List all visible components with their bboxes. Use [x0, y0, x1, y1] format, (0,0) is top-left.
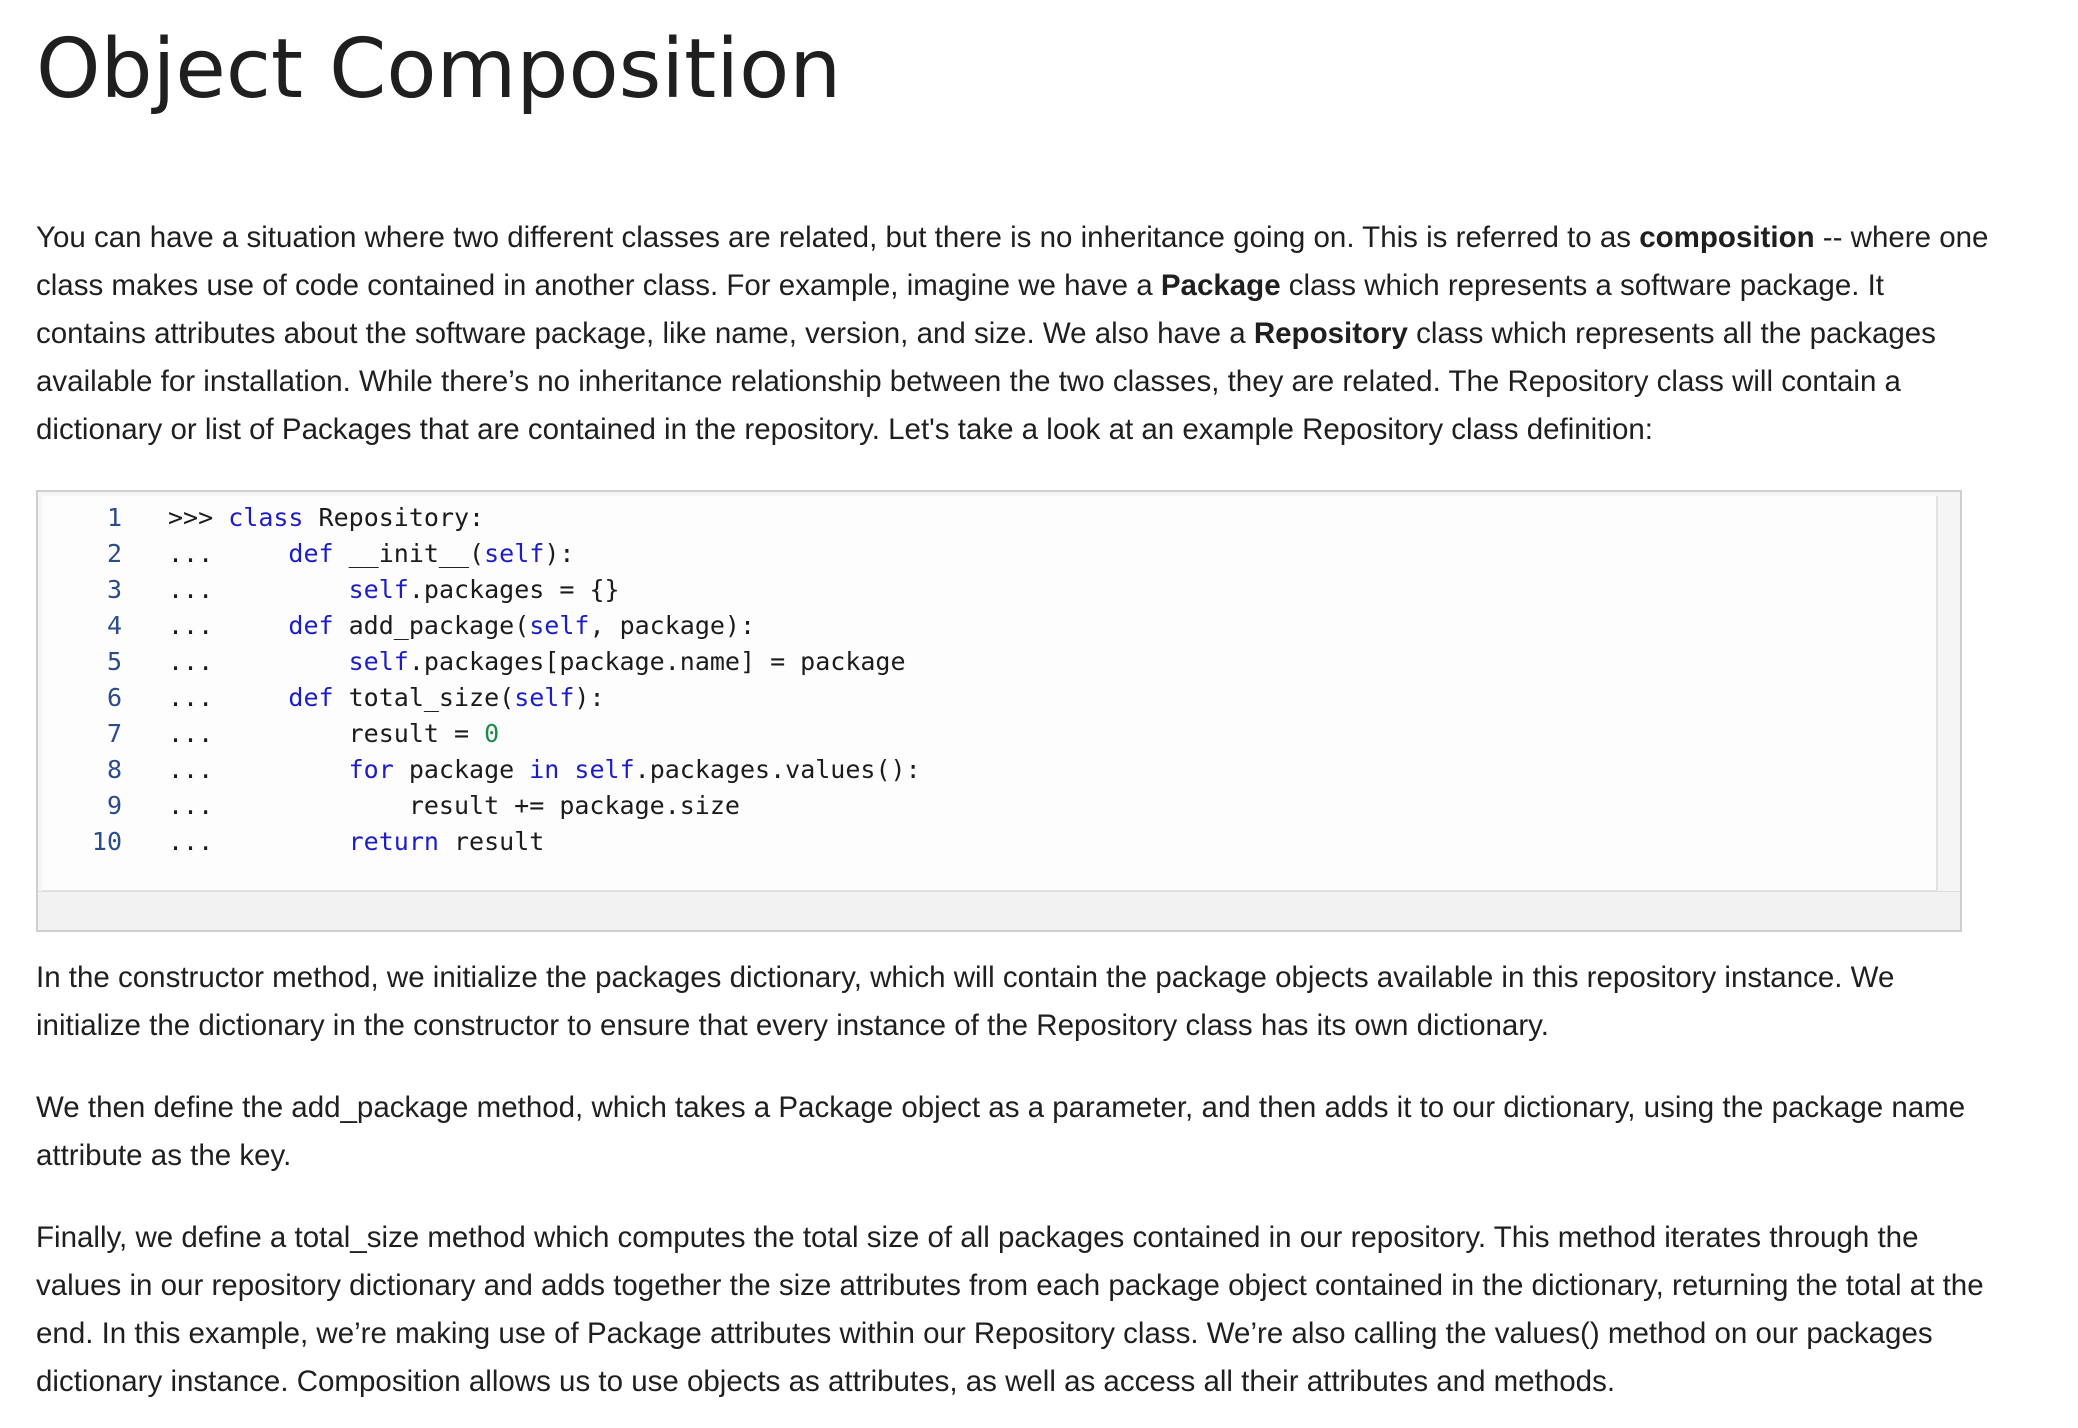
- code-text: ...: [168, 827, 349, 856]
- code-line: 1 >>> class Repository:: [42, 500, 1936, 536]
- code-text: ):: [574, 683, 605, 712]
- line-code: ... result += package.size: [168, 788, 740, 824]
- paragraph-constructor: In the constructor method, we initialize…: [36, 961, 1895, 1042]
- code-block[interactable]: 1 >>> class Repository: 2... def __init__(…: [36, 490, 1962, 932]
- line-code: ... def total_size(self):: [168, 680, 605, 716]
- line-code: ... self.packages = {}: [168, 572, 620, 608]
- code-keyword: self: [529, 611, 590, 640]
- line-number: 2: [106, 539, 122, 568]
- line-code: ... return result: [168, 824, 544, 860]
- code-text: add_package(: [333, 611, 530, 640]
- code-keyword: def: [288, 539, 334, 568]
- code-keyword: class: [228, 503, 304, 532]
- line-number: 8: [106, 755, 122, 784]
- paragraph-add-package: We then define the add_package method, w…: [36, 1091, 1966, 1172]
- line-number: 10: [91, 827, 122, 856]
- code-text: .packages.values():: [634, 755, 921, 784]
- code-text: ...: [168, 539, 289, 568]
- intro-text-1: You can have a situation where two diffe…: [36, 221, 1640, 254]
- code-line: 7 ... result = 0: [42, 716, 1936, 752]
- code-line: 6... def total_size(self):: [42, 680, 1936, 716]
- code-line: 8... for package in self.packages.values…: [42, 752, 1936, 788]
- line-code: ... result = 0: [168, 716, 499, 752]
- code-line: 9 ... result += package.size: [42, 788, 1936, 824]
- line-number: 3: [106, 575, 122, 604]
- line-code: ... def add_package(self, package):: [168, 608, 755, 644]
- code-text: ...: [168, 683, 289, 712]
- code-line: 2... def __init__(self):: [42, 536, 1936, 572]
- code-keyword: self: [348, 647, 409, 676]
- code-keyword: self: [574, 755, 635, 784]
- code-keyword: in: [529, 755, 560, 784]
- paragraph-total-size: Finally, we define a total_size method w…: [36, 1221, 1984, 1398]
- line-number: 4: [106, 611, 122, 640]
- code-line: 3... self.packages = {}: [42, 572, 1936, 608]
- line-code: ... self.packages[package.name] = packag…: [168, 644, 906, 680]
- code-text: ...: [168, 647, 349, 676]
- term-package: Package: [1160, 269, 1281, 302]
- code-text: package: [393, 755, 530, 784]
- code-keyword: def: [288, 611, 334, 640]
- term-composition: composition: [1639, 221, 1815, 254]
- code-text: total_size(: [333, 683, 515, 712]
- term-repository: Repository: [1253, 317, 1408, 350]
- code-horizontal-scrollbar[interactable]: [38, 891, 1960, 930]
- code-keyword: return: [348, 827, 439, 856]
- intro-paragraph: You can have a situation where two diffe…: [36, 214, 1996, 454]
- code-text: __init__(: [333, 539, 485, 568]
- line-code: ... def __init__(self):: [168, 536, 574, 572]
- code-line: 10... return result: [42, 824, 1936, 860]
- code-keyword: def: [288, 683, 334, 712]
- line-number: 7: [106, 719, 122, 748]
- line-number: 5: [106, 647, 122, 676]
- code-text: , package):: [589, 611, 756, 640]
- line-number: 1: [106, 503, 122, 532]
- code-text: >>>: [168, 503, 229, 532]
- code-keyword: for: [348, 755, 394, 784]
- code-text: .packages[package.name] = package: [408, 647, 906, 676]
- code-text: ...: [168, 575, 349, 604]
- code-text: ...: [168, 611, 289, 640]
- page-title: Object Composition: [36, 22, 842, 117]
- code-area[interactable]: 1 >>> class Repository: 2... def __init__(…: [42, 496, 1938, 892]
- code-text: Repository:: [303, 503, 485, 532]
- code-keyword: self: [348, 575, 409, 604]
- code-text: ... result =: [168, 719, 485, 748]
- code-keyword: self: [514, 683, 575, 712]
- code-text: result: [438, 827, 545, 856]
- code-text: ... result += package.size: [168, 791, 740, 820]
- code-text: .packages = {}: [408, 575, 620, 604]
- code-number: 0: [484, 719, 500, 748]
- article: Object Composition You can have a situat…: [36, 0, 2026, 1398]
- line-number: 6: [106, 683, 122, 712]
- line-number: 9: [106, 791, 122, 820]
- code-line: 5... self.packages[package.name] = packa…: [42, 644, 1936, 680]
- code-line: 4... def add_package(self, package):: [42, 608, 1936, 644]
- code-keyword: self: [484, 539, 545, 568]
- code-text: ):: [544, 539, 575, 568]
- code-text: ...: [168, 755, 349, 784]
- line-code: >>> class Repository:: [168, 500, 484, 536]
- line-code: ... for package in self.packages.values(…: [168, 752, 921, 788]
